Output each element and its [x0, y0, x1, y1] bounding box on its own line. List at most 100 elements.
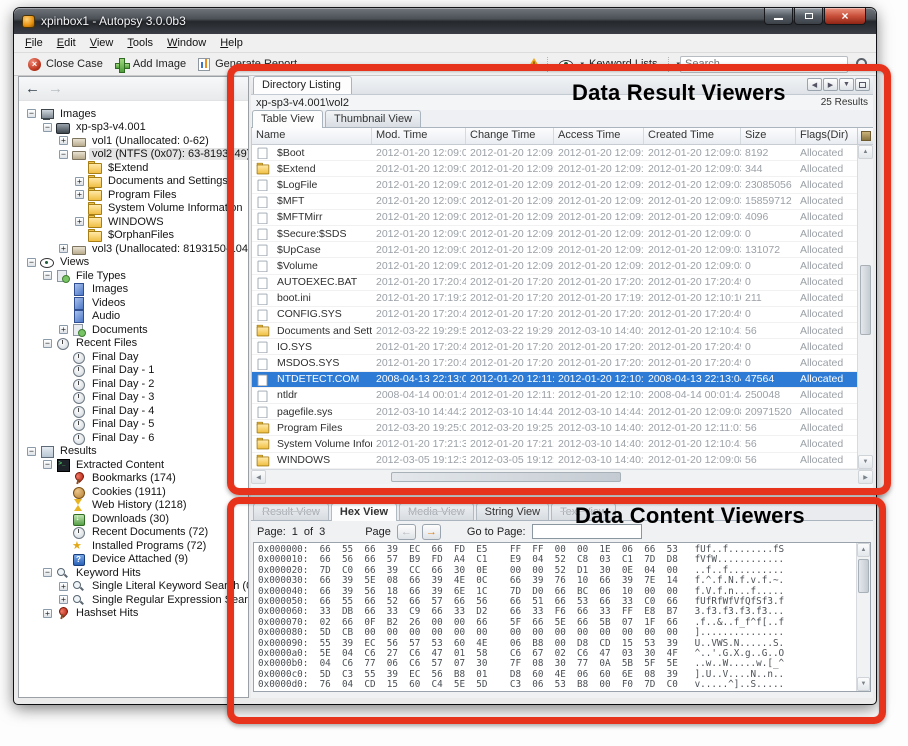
tree-expander-icon[interactable]: − — [27, 447, 36, 456]
scroll-down-arrow[interactable]: ▼ — [858, 455, 873, 469]
tree-expander-icon[interactable]: + — [59, 244, 68, 253]
table-row-system-volume-information[interactable]: System Volume Information2012-01-20 17:2… — [252, 436, 873, 452]
tree-node-bookmarks-174[interactable]: +Bookmarks (174) — [19, 472, 248, 486]
scrollbar-thumb[interactable] — [858, 559, 869, 593]
prev-page-button[interactable]: ← — [397, 524, 416, 540]
scroll-down-arrow[interactable]: ▼ — [857, 677, 870, 691]
column-header-change-time[interactable]: Change Time — [466, 128, 554, 144]
warning-icon[interactable] — [526, 58, 542, 71]
table-row-windows[interactable]: WINDOWS2012-03-05 19:12:382012-03-05 19:… — [252, 453, 873, 469]
tab-scroll-right-button[interactable]: ▶ — [823, 78, 838, 91]
tree-node-images[interactable]: +Images — [19, 283, 248, 297]
scroll-up-arrow[interactable]: ▲ — [857, 543, 870, 557]
tree-node-final-day-2[interactable]: +Final Day - 2 — [19, 377, 248, 391]
close-button[interactable]: × — [824, 8, 866, 25]
tree-node-videos[interactable]: +Videos — [19, 296, 248, 310]
tree-expander-icon[interactable]: − — [43, 123, 52, 132]
scroll-left-arrow[interactable]: ◀ — [251, 470, 266, 484]
tab-thumbnail-view[interactable]: Thumbnail View — [325, 110, 421, 127]
table-row-autoexec-bat[interactable]: AUTOEXEC.BAT2012-01-20 17:20:492012-01-2… — [252, 275, 873, 291]
tree-node-device-attached-9[interactable]: +Device Attached (9) — [19, 553, 248, 567]
tab-directory-listing[interactable]: Directory Listing — [253, 76, 352, 94]
table-row-config-sys[interactable]: CONFIG.SYS2012-01-20 17:20:492012-01-20 … — [252, 307, 873, 323]
table-row-boot-ini[interactable]: boot.ini2012-01-20 17:19:252012-01-20 17… — [252, 291, 873, 307]
tree-node-final-day-3[interactable]: +Final Day - 3 — [19, 391, 248, 405]
tree-expander-icon[interactable]: + — [75, 217, 84, 226]
tree-node-single-literal-keyword-search-0[interactable]: +Single Literal Keyword Search (0) — [19, 580, 248, 594]
title-bar[interactable]: xpinbox1 - Autopsy 3.0.0b3 × — [14, 8, 876, 34]
tree-node-vol2-ntfs-0x07-63-8193149[interactable]: −vol2 (NTFS (0x07): 63-8193149) — [19, 148, 248, 162]
column-header-size[interactable]: Size — [741, 128, 796, 144]
tree-node-documents-and-settings[interactable]: +Documents and Settings — [19, 175, 248, 189]
tree-node-downloads-30[interactable]: +Downloads (30) — [19, 512, 248, 526]
tree-expander-icon[interactable]: + — [75, 177, 84, 186]
tree-node-vol3-unallocated-8193150-10485215[interactable]: +vol3 (Unallocated: 8193150-10485215) — [19, 242, 248, 256]
tree-node-web-history-1218[interactable]: +Web History (1218) — [19, 499, 248, 513]
generate-report-button[interactable]: Generate Report — [192, 57, 303, 72]
tree-expander-icon[interactable]: − — [27, 109, 36, 118]
tree-node-orphanfiles[interactable]: +$OrphanFiles — [19, 229, 248, 243]
table-row-secure-sds[interactable]: $Secure:$SDS2012-01-20 12:09:032012-01-2… — [252, 226, 873, 242]
tab-string-view[interactable]: String View — [476, 503, 549, 520]
tree-node-results[interactable]: −Results — [19, 445, 248, 459]
tree-node-program-files[interactable]: +Program Files — [19, 188, 248, 202]
scrollbar-thumb[interactable] — [860, 265, 871, 335]
tab-table-view[interactable]: Table View — [252, 110, 323, 128]
table-row-boot[interactable]: $Boot2012-01-20 12:09:032012-01-20 12:09… — [252, 145, 873, 161]
tree-node-hashset-hits[interactable]: +Hashset Hits — [19, 607, 248, 621]
tab-scroll-left-button[interactable]: ◀ — [807, 78, 822, 91]
menu-edit[interactable]: Edit — [50, 35, 83, 51]
tree-expander-icon[interactable]: − — [43, 460, 52, 469]
scrollbar-thumb[interactable] — [391, 472, 621, 482]
tab-hex-view[interactable]: Hex View — [331, 503, 397, 521]
tree-node-final-day-1[interactable]: +Final Day - 1 — [19, 364, 248, 378]
column-header-access-time[interactable]: Access Time — [554, 128, 644, 144]
menu-view[interactable]: View — [83, 35, 121, 51]
vertical-scrollbar[interactable]: ▲ ▼ — [857, 145, 873, 469]
tree-expander-icon[interactable]: + — [59, 325, 68, 334]
tree-node-views[interactable]: −Views — [19, 256, 248, 270]
scroll-right-arrow[interactable]: ▶ — [858, 470, 873, 484]
table-row-ntldr[interactable]: ntldr2008-04-14 00:01:442012-01-20 12:11… — [252, 388, 873, 404]
tree-expander-icon[interactable]: + — [59, 582, 68, 591]
tree-node-keyword-hits[interactable]: −Keyword Hits — [19, 566, 248, 580]
tree-node-file-types[interactable]: −File Types — [19, 269, 248, 283]
tree-expander-icon[interactable]: − — [59, 150, 68, 159]
tree-node-recent-documents-72[interactable]: +Recent Documents (72) — [19, 526, 248, 540]
table-row-msdos-sys[interactable]: MSDOS.SYS2012-01-20 17:20:492012-01-20 1… — [252, 355, 873, 371]
tab-maximize-button[interactable] — [855, 78, 870, 91]
table-row-documents-and-settings[interactable]: Documents and Settings2012-03-22 19:29:5… — [252, 323, 873, 339]
menu-help[interactable]: Help — [213, 35, 250, 51]
tree-expander-icon[interactable]: − — [27, 258, 36, 267]
tree-node-final-day[interactable]: +Final Day — [19, 350, 248, 364]
tree-node-single-regular-expression-search-0[interactable]: +Single Regular Expression Search (0) — [19, 593, 248, 607]
search-input[interactable] — [685, 58, 843, 70]
maximize-button[interactable] — [794, 8, 823, 25]
column-header-created-time[interactable]: Created Time — [644, 128, 741, 144]
tree-node-extend[interactable]: +$Extend — [19, 161, 248, 175]
minimize-button[interactable] — [764, 8, 793, 25]
table-row-mft[interactable]: $MFT2012-01-20 12:09:032012-01-20 12:09:… — [252, 194, 873, 210]
table-row-logfile[interactable]: $LogFile2012-01-20 12:09:032012-01-20 12… — [252, 177, 873, 193]
tree-node-documents[interactable]: +Documents — [19, 323, 248, 337]
tab-list-dropdown-button[interactable]: ▼ — [839, 78, 854, 91]
column-header-name[interactable]: Name — [252, 128, 372, 144]
tree-node-final-day-6[interactable]: +Final Day - 6 — [19, 431, 248, 445]
table-row-volume[interactable]: $Volume2012-01-20 12:09:032012-01-20 12:… — [252, 258, 873, 274]
tree-expander-icon[interactable]: − — [43, 568, 52, 577]
tree-node-recent-files[interactable]: −Recent Files — [19, 337, 248, 351]
tree-node-audio[interactable]: +Audio — [19, 310, 248, 324]
tree-node-vol1-unallocated-0-62[interactable]: +vol1 (Unallocated: 0-62) — [19, 134, 248, 148]
tree-node-cookies-1911[interactable]: +Cookies (1911) — [19, 485, 248, 499]
table-row-io-sys[interactable]: IO.SYS2012-01-20 17:20:492012-01-20 17:2… — [252, 339, 873, 355]
tree-expander-icon[interactable]: − — [43, 271, 52, 280]
menu-tools[interactable]: Tools — [120, 35, 160, 51]
tree-expander-icon[interactable]: + — [43, 609, 52, 618]
tree-node-xp-sp3-v4-001[interactable]: −xp-sp3-v4.001 — [19, 121, 248, 135]
table-row-extend[interactable]: $Extend2012-01-20 12:09:032012-01-20 12:… — [252, 161, 873, 177]
search-icon[interactable] — [856, 58, 868, 70]
tree-node-installed-programs-72[interactable]: +Installed Programs (72) — [19, 539, 248, 553]
tree-expander-icon[interactable]: + — [59, 136, 68, 145]
tree-node-final-day-5[interactable]: +Final Day - 5 — [19, 418, 248, 432]
forward-button[interactable]: → — [48, 81, 63, 96]
